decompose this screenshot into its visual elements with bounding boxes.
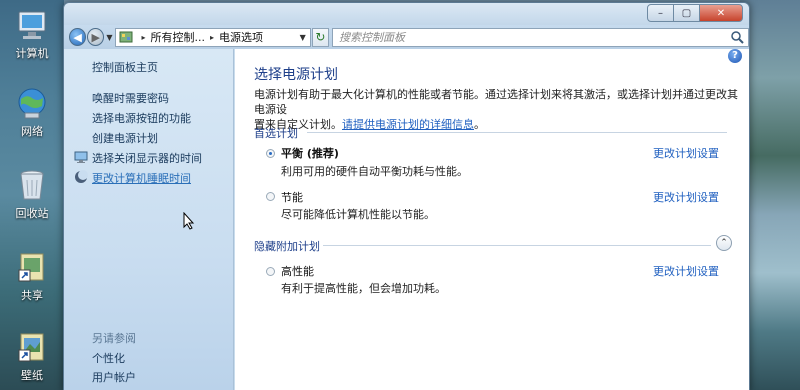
title-bar[interactable]: – ▢ ✕ bbox=[64, 3, 749, 25]
maximize-button[interactable]: ▢ bbox=[673, 4, 700, 22]
navigation-bar: ◀ ▶ ▼ ▸ 所有控制... ▸ 电源选项 ▼ ↻ 搜索控制面板 bbox=[64, 25, 750, 49]
plan-power-saver-name[interactable]: 节能 bbox=[281, 189, 303, 205]
task-sidebar: 控制面板主页 唤醒时需要密码 选择电源按钮的功能 创建电源计划 选择关闭显示器的… bbox=[64, 49, 234, 390]
plan-balanced-radio[interactable] bbox=[266, 149, 275, 158]
computer-icon bbox=[18, 11, 46, 39]
recycle-bin-icon bbox=[20, 170, 44, 200]
plan-balanced-description: 利用可用的硬件自动平衡功耗与性能。 bbox=[281, 165, 468, 178]
sidebar-item-power-button-function[interactable]: 选择电源按钮的功能 bbox=[92, 110, 191, 126]
desktop-icon-label: 回收站 bbox=[15, 207, 49, 220]
plan-power-saver-radio[interactable] bbox=[266, 192, 275, 201]
collapse-hidden-plans-button[interactable]: ⌃ bbox=[716, 235, 732, 251]
wallpaper-shortcut-icon bbox=[18, 333, 44, 362]
main-panel: ? 选择电源计划 电源计划有助于最大化计算机的性能或者节能。通过选择计划来将其激… bbox=[235, 49, 749, 390]
plan-power-saver-change-settings-link[interactable]: 更改计划设置 bbox=[653, 189, 719, 205]
sidebar-item-personalization[interactable]: 个性化 bbox=[92, 350, 125, 366]
refresh-icon: ↻ bbox=[315, 30, 326, 44]
network-globe-icon bbox=[18, 88, 46, 119]
plan-power-saver-description: 尽可能降低计算机性能以节能。 bbox=[281, 208, 435, 221]
breadcrumb-separator-icon: ▸ bbox=[209, 32, 214, 42]
window-content: 控制面板主页 唤醒时需要密码 选择电源按钮的功能 创建电源计划 选择关闭显示器的… bbox=[64, 49, 749, 390]
desktop-icon-wallpaper[interactable]: 壁纸 bbox=[6, 330, 58, 383]
shared-folder-shortcut-icon bbox=[18, 253, 44, 282]
sidebar-item-display-off-time[interactable]: 选择关闭显示器的时间 bbox=[92, 150, 202, 166]
forward-arrow-icon: ▶ bbox=[91, 30, 100, 44]
see-also-heading: 另请参阅 bbox=[92, 332, 136, 345]
address-bar[interactable]: ▸ 所有控制... ▸ 电源选项 ▼ bbox=[115, 27, 311, 47]
help-icon[interactable]: ? bbox=[728, 49, 742, 63]
hidden-plans-heading: 隐藏附加计划 bbox=[254, 240, 320, 253]
preferred-plans-heading: 首选计划 bbox=[254, 127, 298, 140]
minimize-button[interactable]: – bbox=[647, 4, 674, 22]
desktop-icon-shared[interactable]: 共享 bbox=[6, 250, 58, 303]
back-button[interactable]: ◀ bbox=[69, 28, 87, 46]
plan-details-link[interactable]: 请提供电源计划的详细信息 bbox=[342, 118, 474, 131]
mouse-pointer-icon bbox=[183, 212, 195, 230]
description-line-2: 置来自定义计划。请提供电源计划的详细信息。 bbox=[254, 117, 744, 132]
refresh-button[interactable]: ↻ bbox=[311, 27, 329, 47]
sidebar-item-control-panel-home[interactable]: 控制面板主页 bbox=[92, 59, 158, 75]
desktop-icon-network[interactable]: 网络 bbox=[6, 86, 58, 139]
monitor-icon bbox=[74, 151, 88, 163]
sidebar-item-computer-sleep-time[interactable]: 更改计算机睡眠时间 bbox=[92, 170, 191, 186]
desktop-icon-label: 共享 bbox=[21, 289, 43, 302]
desktop-icon-computer[interactable]: 计算机 bbox=[6, 8, 58, 61]
description-period: 。 bbox=[474, 118, 485, 131]
desktop-icon-recycle-bin[interactable]: 回收站 bbox=[6, 168, 58, 221]
plan-balanced-change-settings-link[interactable]: 更改计划设置 bbox=[653, 145, 719, 161]
plan-high-performance-change-settings-link[interactable]: 更改计划设置 bbox=[653, 263, 719, 279]
group-divider bbox=[307, 132, 727, 133]
sidebar-item-create-power-plan[interactable]: 创建电源计划 bbox=[92, 130, 158, 146]
plan-high-performance-name[interactable]: 高性能 bbox=[281, 263, 314, 279]
desktop-icon-label: 计算机 bbox=[15, 47, 49, 60]
control-panel-icon bbox=[119, 31, 133, 43]
breadcrumb-power-options[interactable]: 电源选项 bbox=[219, 29, 263, 45]
desktop-icon-label: 网络 bbox=[21, 125, 43, 138]
forward-button[interactable]: ▶ bbox=[87, 28, 105, 46]
window-controls: – ▢ ✕ bbox=[647, 4, 743, 22]
recent-pages-dropdown-icon[interactable]: ▼ bbox=[106, 33, 112, 42]
breadcrumb-separator-icon: ▸ bbox=[141, 32, 146, 42]
description-line-1: 电源计划有助于最大化计算机的性能或者节能。通过选择计划来将其激活，或选择计划并通… bbox=[254, 88, 738, 116]
search-placeholder: 搜索控制面板 bbox=[338, 30, 405, 44]
page-title: 选择电源计划 bbox=[254, 67, 338, 83]
sidebar-item-user-accounts[interactable]: 用户帐户 bbox=[92, 369, 136, 385]
plan-high-performance-description: 有利于提高性能，但会增加功耗。 bbox=[281, 282, 446, 295]
plan-balanced-name[interactable]: 平衡 (推荐) bbox=[281, 145, 339, 161]
breadcrumb-all-control-panel[interactable]: 所有控制... bbox=[150, 29, 205, 45]
power-options-window: – ▢ ✕ ◀ ▶ ▼ ▸ 所有控制... ▸ 电源选项 ▼ ↻ 搜索控制面板 … bbox=[63, 2, 750, 390]
chevron-up-icon: ⌃ bbox=[720, 238, 728, 248]
close-button[interactable]: ✕ bbox=[699, 4, 743, 22]
page-description: 电源计划有助于最大化计算机的性能或者节能。通过选择计划来将其激活，或选择计划并通… bbox=[254, 87, 744, 132]
desktop-icon-label: 壁纸 bbox=[21, 369, 43, 382]
back-arrow-icon: ◀ bbox=[73, 30, 82, 44]
group-divider bbox=[323, 245, 711, 246]
plan-high-performance-radio[interactable] bbox=[266, 267, 275, 276]
address-dropdown-icon[interactable]: ▼ bbox=[300, 33, 306, 42]
sidebar-item-require-password-on-wakeup[interactable]: 唤醒时需要密码 bbox=[92, 90, 169, 106]
search-input[interactable]: 搜索控制面板 bbox=[331, 27, 750, 47]
sleep-moon-icon bbox=[75, 170, 88, 183]
search-icon[interactable] bbox=[730, 30, 744, 44]
